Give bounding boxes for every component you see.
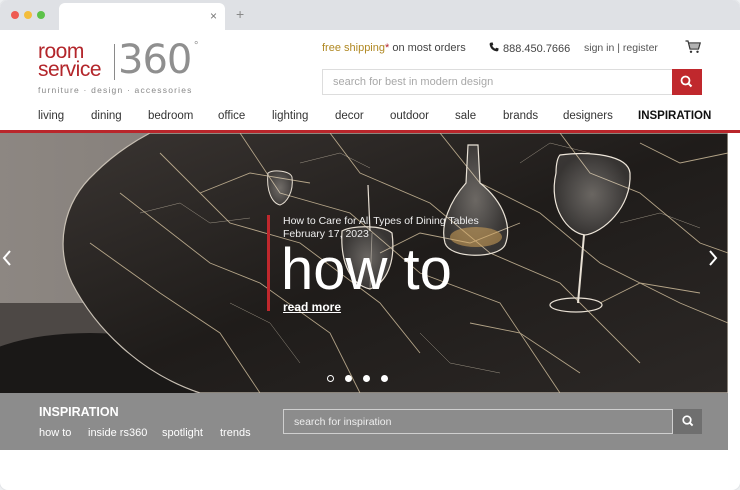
carousel-dot[interactable]	[381, 375, 388, 382]
new-tab-button[interactable]: +	[236, 6, 244, 22]
shipping-promo[interactable]: free shipping* on most orders	[322, 42, 466, 54]
search-input[interactable]	[323, 70, 663, 94]
carousel-dot[interactable]	[327, 375, 334, 382]
maximize-window-dot[interactable]	[37, 11, 45, 19]
close-window-dot[interactable]	[11, 11, 19, 19]
nav-item-living[interactable]: living	[38, 110, 64, 122]
minimize-window-dot[interactable]	[24, 11, 32, 19]
hero-subtitle[interactable]: How to Care for All Types of Dining Tabl…	[283, 215, 479, 228]
inspiration-search-button[interactable]	[672, 409, 702, 434]
inspiration-title: INSPIRATION	[39, 405, 119, 419]
carousel-next-arrow-icon[interactable]	[706, 250, 720, 271]
browser-chrome: × +	[0, 0, 740, 30]
logo-word-service: service	[38, 58, 102, 81]
nav-item-dining[interactable]: dining	[91, 110, 122, 122]
promo-free-shipping: free shipping	[322, 42, 385, 54]
logo-degree: °	[194, 40, 199, 52]
search-button[interactable]	[672, 69, 702, 95]
read-more-link[interactable]: read more	[283, 300, 341, 314]
hero-title[interactable]: how to	[281, 237, 452, 303]
site-logo[interactable]: room service 360 ° furniture · design · …	[38, 37, 208, 100]
nav-item-bedroom[interactable]: bedroom	[148, 110, 193, 122]
carousel-prev-arrow-icon[interactable]	[0, 250, 14, 271]
phone-link[interactable]: 888.450.7666	[489, 42, 570, 55]
logo-number: 360	[118, 37, 192, 83]
hero-carousel[interactable]: How to Care for All Types of Dining Tabl…	[0, 133, 728, 393]
browser-tab[interactable]: ×	[59, 3, 225, 30]
nav-item-inspiration[interactable]: INSPIRATION	[638, 110, 711, 122]
sign-in-register-link[interactable]: sign in | register	[584, 42, 658, 54]
browser-window: × + room service 360 ° furniture · desig…	[0, 0, 740, 490]
search-icon	[682, 415, 694, 427]
nav-item-outdoor[interactable]: outdoor	[390, 110, 429, 122]
nav-item-sale[interactable]: sale	[455, 110, 476, 122]
inspiration-bar: INSPIRATION how to inside rs360 spotligh…	[0, 393, 728, 450]
carousel-dot[interactable]	[345, 375, 352, 382]
inspiration-link-inside-rs360[interactable]: inside rs360	[88, 427, 147, 439]
nav-item-designers[interactable]: designers	[563, 110, 613, 122]
promo-text: on most orders	[389, 42, 466, 54]
nav-item-brands[interactable]: brands	[503, 110, 538, 122]
search-icon	[680, 75, 693, 88]
inspiration-link-how-to[interactable]: how to	[39, 427, 71, 439]
inspiration-link-trends[interactable]: trends	[220, 427, 251, 439]
carousel-dot[interactable]	[363, 375, 370, 382]
logo-divider	[114, 44, 115, 80]
caption-accent-bar	[267, 215, 270, 311]
cart-icon[interactable]	[685, 40, 701, 54]
logo-tagline: furniture · design · accessories	[38, 85, 193, 95]
nav-item-lighting[interactable]: lighting	[272, 110, 308, 122]
main-nav: living dining bedroom office lighting de…	[0, 108, 740, 130]
phone-icon	[489, 42, 499, 55]
inspiration-link-spotlight[interactable]: spotlight	[162, 427, 203, 439]
site-search	[322, 69, 702, 95]
inspiration-search-input[interactable]	[284, 410, 664, 433]
phone-number: 888.450.7666	[503, 43, 571, 55]
tab-close-icon[interactable]: ×	[210, 9, 217, 23]
nav-item-decor[interactable]: decor	[335, 110, 364, 122]
nav-item-office[interactable]: office	[218, 110, 245, 122]
inspiration-search	[283, 409, 702, 434]
